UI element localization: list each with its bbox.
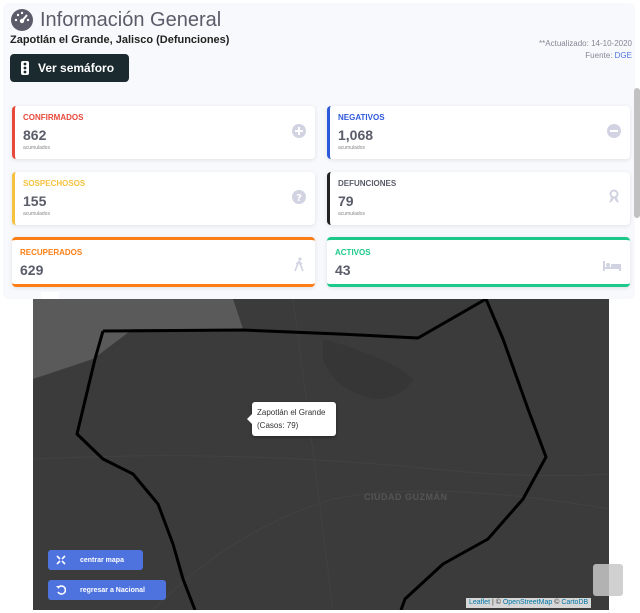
minus-circle-icon: [607, 124, 621, 138]
leaflet-link[interactable]: Leaflet: [469, 599, 490, 606]
tooltip-cases: (Casos: 79): [257, 421, 299, 430]
card-value: 43: [335, 262, 351, 278]
location-subtitle: Zapotlán el Grande, Jalisco (Defunciones…: [10, 34, 230, 46]
card-value: 862: [23, 127, 47, 143]
source-line: Fuente: DGE: [539, 50, 632, 62]
page-title: Información General: [10, 8, 221, 32]
card-label: SOSPECHOSOS: [23, 179, 86, 188]
map-attribution: Leaflet | © OpenStreetMap © CartoDB: [466, 598, 592, 608]
card-value: 1,068: [338, 127, 374, 143]
svg-text:?: ?: [296, 193, 302, 204]
card-recuperados: RECUPERADOS 629: [12, 237, 315, 287]
center-map-button[interactable]: centrar mapa: [48, 550, 143, 570]
question-circle-icon: ?: [292, 190, 306, 204]
attrib-and: ©: [552, 599, 562, 606]
source-label: Fuente:: [585, 51, 615, 60]
zoom-control[interactable]: [41, 292, 59, 299]
card-sospechosos: SOSPECHOSOS 155 acumulados ?: [12, 172, 315, 225]
plus-circle-icon: [292, 124, 306, 138]
scroll-to-top-button[interactable]: [593, 564, 623, 596]
meta-info: **Actualizado: 14-10-2020 Fuente: DGE: [539, 38, 632, 62]
card-value: 79: [338, 193, 354, 209]
traffic-light-icon: [21, 61, 29, 75]
osm-link[interactable]: OpenStreetMap: [503, 599, 552, 606]
city-label: CIUDAD GUZMÁN: [364, 492, 448, 502]
crosshair-icon: [56, 555, 66, 565]
map-tooltip: Zapotlán el Grande (Casos: 79): [247, 402, 336, 436]
card-label: ACTIVOS: [335, 248, 371, 257]
tooltip-name: Zapotlán el Grande: [257, 408, 326, 417]
attrib-sep: | ©: [490, 599, 503, 606]
card-label: CONFIRMADOS: [23, 113, 84, 122]
card-label: DEFUNCIONES: [338, 179, 397, 188]
source-link[interactable]: DGE: [615, 51, 632, 60]
card-value: 155: [23, 193, 47, 209]
back-to-national-label: regresar a Nacional: [80, 586, 145, 594]
card-sublabel: acumulados: [23, 211, 50, 217]
card-sublabel: acumulados: [338, 145, 365, 151]
card-confirmados: CONFIRMADOS 862 acumulados: [12, 106, 315, 159]
back-to-national-button[interactable]: regresar a Nacional: [48, 580, 166, 600]
card-negativos: NEGATIVOS 1,068 acumulados: [327, 106, 630, 159]
bed-icon: [603, 261, 621, 271]
card-activos: ACTIVOS 43: [327, 237, 630, 287]
card-label: NEGATIVOS: [338, 113, 385, 122]
page-title-text: Información General: [40, 8, 222, 31]
walking-icon: [294, 257, 304, 272]
card-sublabel: acumulados: [338, 211, 365, 217]
ribbon-icon: [609, 189, 619, 203]
center-map-label: centrar mapa: [80, 556, 124, 564]
semaforo-button-label: Ver semáforo: [38, 61, 115, 75]
carto-link[interactable]: CartoDB: [561, 599, 588, 606]
updated-text: **Actualizado: 14-10-2020: [539, 39, 632, 48]
dashboard-gauge-icon: [11, 9, 33, 31]
page-scrollbar[interactable]: [634, 88, 640, 218]
card-defunciones: DEFUNCIONES 79 acumulados: [327, 172, 630, 225]
card-value: 629: [20, 262, 44, 278]
page: Información General Zapotlán el Grande, …: [0, 0, 640, 613]
undo-icon: [56, 585, 66, 595]
semaforo-button[interactable]: Ver semáforo: [10, 54, 129, 82]
card-label: RECUPERADOS: [20, 248, 83, 257]
card-sublabel: acumulados: [23, 145, 50, 151]
